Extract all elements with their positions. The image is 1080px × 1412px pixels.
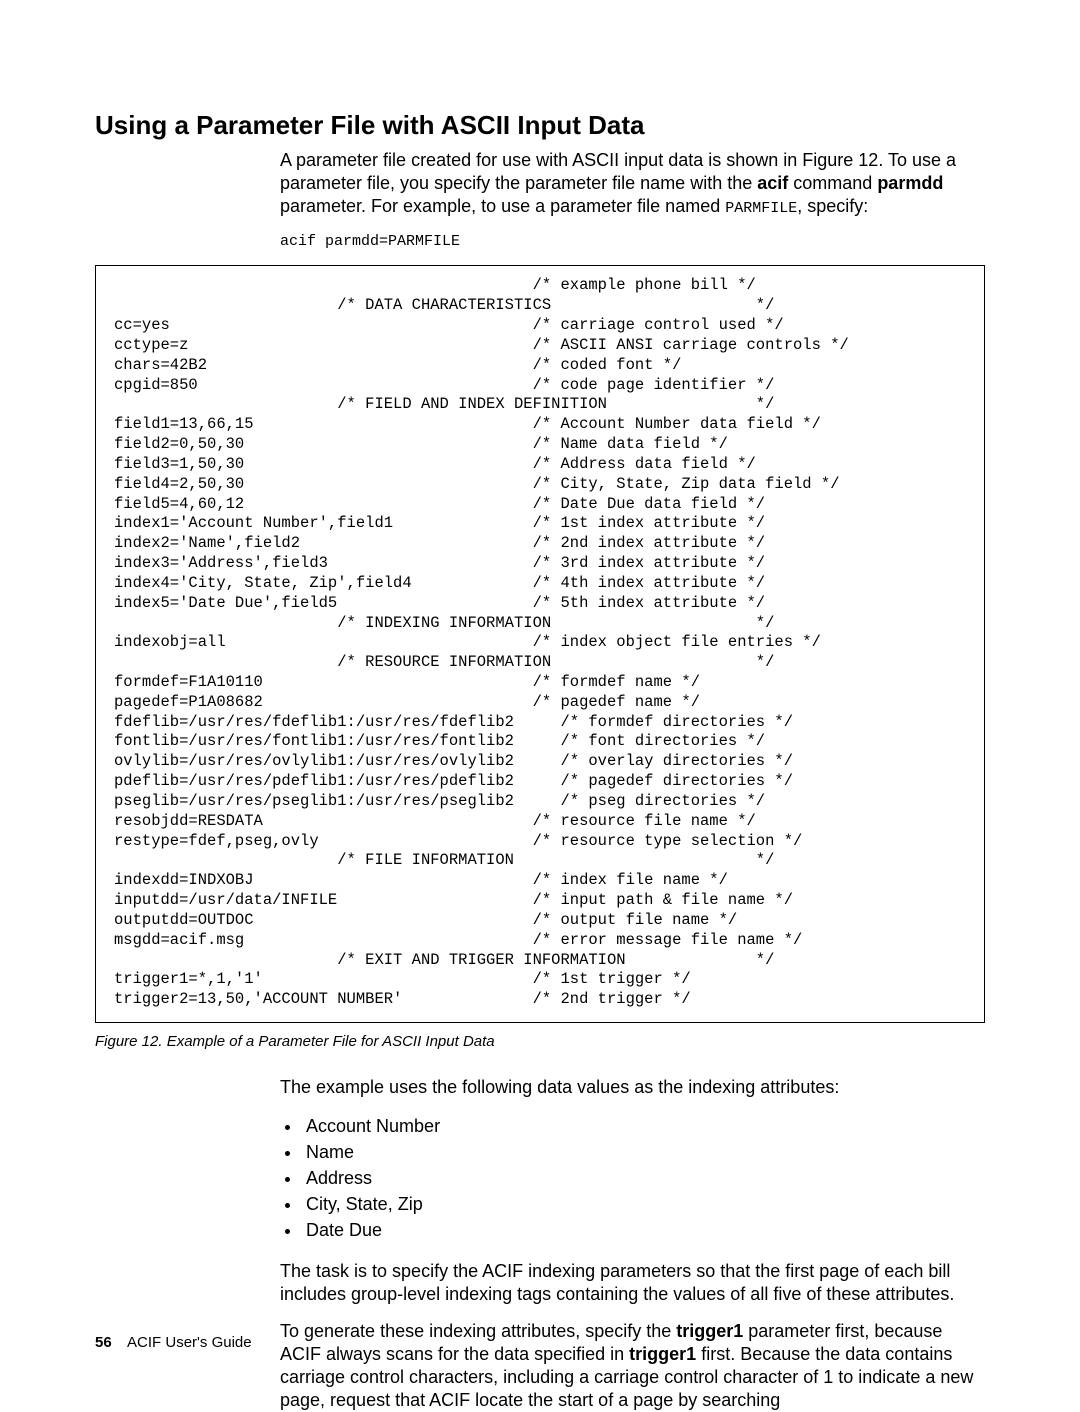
trigger-paragraph: To generate these indexing attributes, s… (280, 1320, 985, 1412)
list-item: City, State, Zip (302, 1191, 985, 1217)
intro-block: A parameter file created for use with AS… (280, 149, 985, 218)
list-item: Address (302, 1165, 985, 1191)
figure-caption: Figure 12. Example of a Parameter File f… (95, 1033, 985, 1050)
list-item: Name (302, 1139, 985, 1165)
intro-text: parameter. For example, to use a paramet… (280, 196, 725, 216)
indexing-attributes-list: Account Number Name Address City, State,… (280, 1113, 985, 1243)
acif-keyword: acif (757, 173, 788, 193)
trigger1-keyword: trigger1 (676, 1321, 743, 1341)
page-number: 56 (95, 1334, 112, 1351)
page-footer: 56 ACIF User's Guide (95, 1334, 252, 1351)
followup-paragraph: The example uses the following data valu… (280, 1076, 985, 1099)
page: Using a Parameter File with ASCII Input … (0, 0, 1080, 1397)
command-example: acif parmdd=PARMFILE (280, 232, 985, 251)
list-item: Account Number (302, 1113, 985, 1139)
body-text: To generate these indexing attributes, s… (280, 1321, 676, 1341)
parameter-file-listing: /* example phone bill */ /* DATA CHARACT… (95, 265, 985, 1023)
task-paragraph: The task is to specify the ACIF indexing… (280, 1260, 985, 1306)
list-item: Date Due (302, 1217, 985, 1243)
doc-title: ACIF User's Guide (127, 1334, 252, 1351)
parmfile-literal: PARMFILE (725, 200, 797, 217)
intro-paragraph: A parameter file created for use with AS… (280, 149, 985, 218)
trigger1-keyword: trigger1 (629, 1344, 696, 1364)
parmdd-keyword: parmdd (877, 173, 943, 193)
section-heading: Using a Parameter File with ASCII Input … (95, 110, 985, 141)
after-block: The example uses the following data valu… (280, 1076, 985, 1412)
intro-text: command (788, 173, 877, 193)
intro-text: , specify: (797, 196, 868, 216)
